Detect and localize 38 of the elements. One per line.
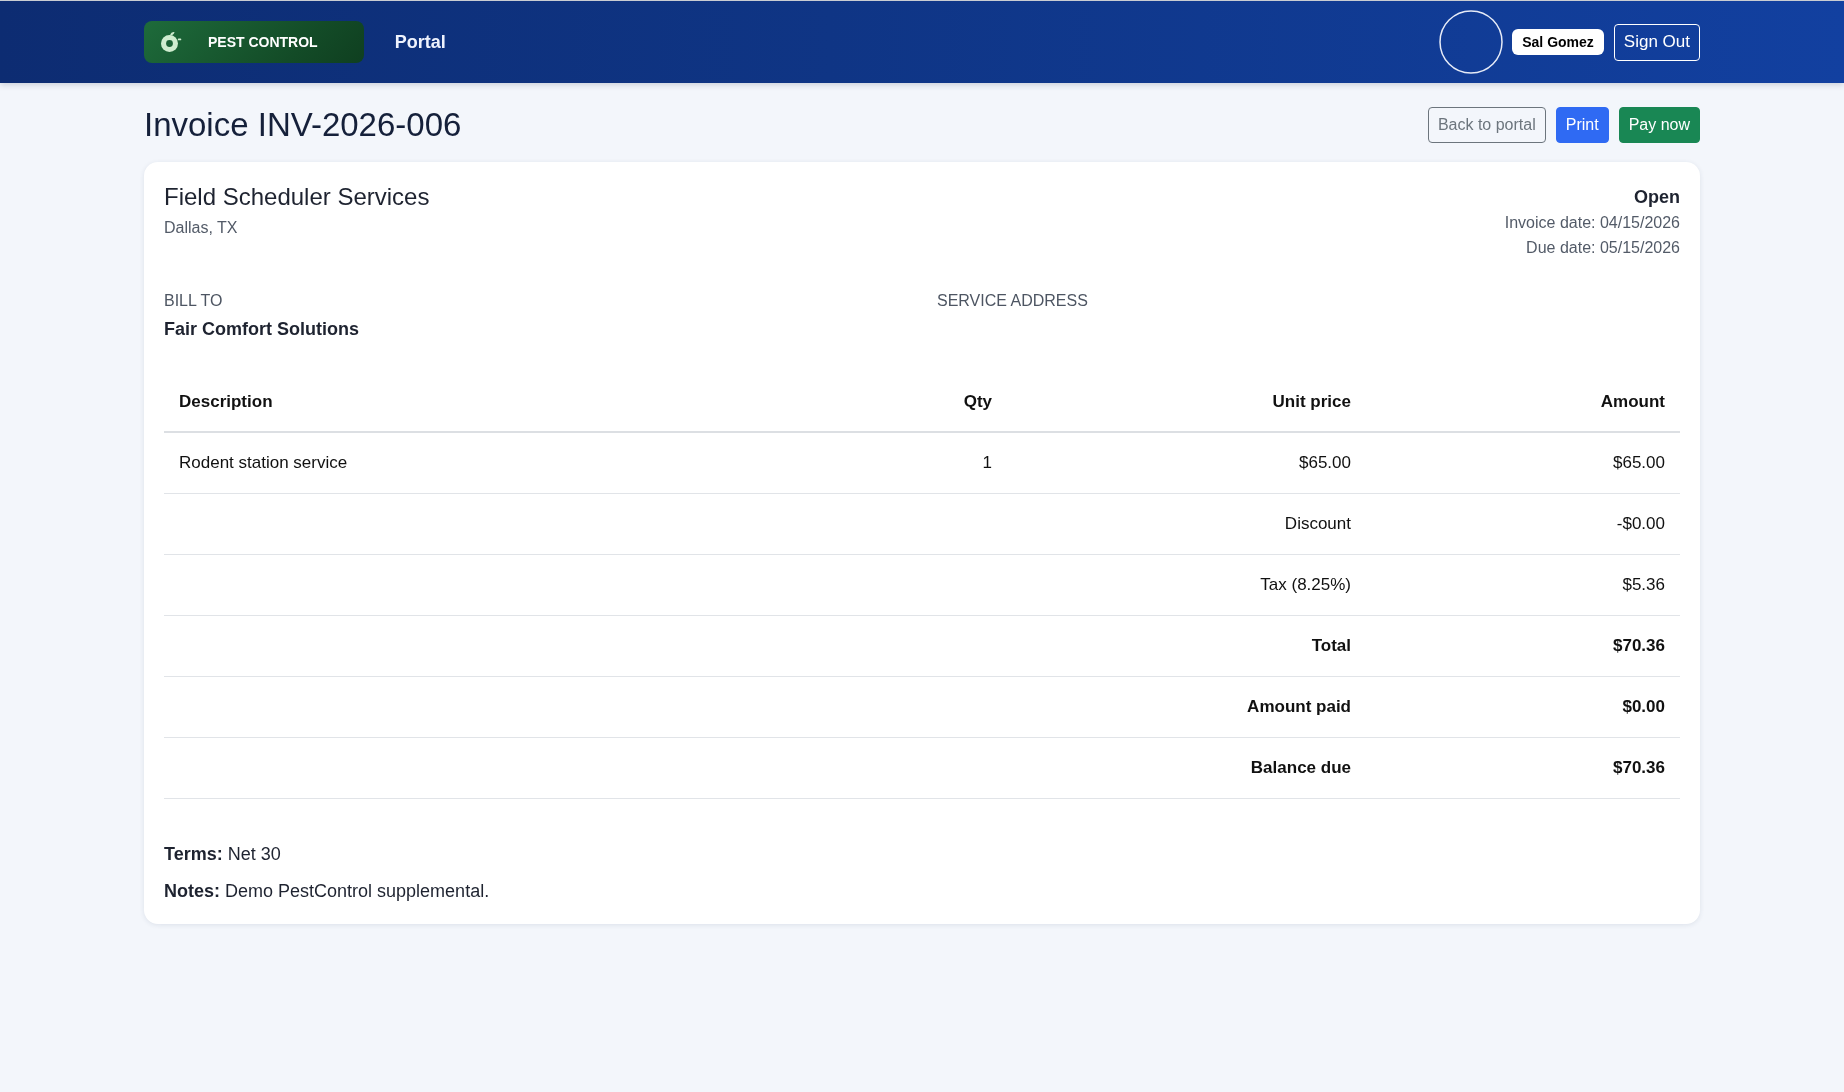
company-location: Dallas, TX: [164, 218, 239, 238]
user-name-badge: Sal Gomez: [1512, 29, 1604, 55]
company-name: Field Scheduler Services: [164, 182, 430, 212]
bill-to-label: BILL TO: [164, 291, 224, 311]
summary-value: -$0.00: [1366, 493, 1680, 555]
action-button[interactable]: Back to portal: [1427, 107, 1546, 143]
ring-sprout-icon: [160, 31, 182, 53]
invoice-status: Open: [1633, 186, 1680, 209]
summary-label: Total: [1007, 615, 1366, 677]
page-title: Invoice INV-2026-006: [144, 106, 463, 144]
table-cell: $65.00: [1007, 432, 1366, 494]
column-header: Unit price: [1007, 373, 1366, 432]
column-header: Description: [164, 373, 887, 432]
summary-value: $70.36: [1366, 737, 1680, 799]
bill-to-name: Fair Comfort Solutions: [164, 318, 360, 341]
sign-out-button[interactable]: Sign Out: [1613, 23, 1700, 61]
table-cell: Rodent station service: [164, 432, 887, 494]
action-button[interactable]: Print: [1555, 107, 1609, 143]
table-cell: 1: [887, 432, 1007, 494]
due-date: Due date: 05/15/2026: [1525, 238, 1680, 258]
service-address-label: SERVICE ADDRESS: [937, 291, 1089, 311]
action-button[interactable]: Pay now: [1618, 107, 1700, 143]
summary-value: $0.00: [1366, 676, 1680, 738]
column-header: Amount: [1366, 373, 1680, 432]
notes-text: Notes: Demo PestControl supplemental.: [164, 880, 491, 903]
portal-link[interactable]: Portal: [394, 31, 446, 53]
terms-text: Terms: Net 30: [164, 843, 282, 866]
summary-label: Balance due: [1007, 737, 1366, 799]
invoice-date: Invoice date: 04/15/2026: [1504, 213, 1680, 233]
summary-label: Tax (8.25%): [1007, 554, 1366, 616]
column-header: Qty: [887, 373, 1007, 432]
brand-link[interactable]: PEST CONTROL: [144, 21, 364, 63]
summary-label: Discount: [1007, 493, 1366, 555]
summary-value: $70.36: [1366, 615, 1680, 677]
table-cell: $65.00: [1366, 432, 1680, 494]
summary-value: $5.36: [1366, 554, 1680, 616]
summary-label: Amount paid: [1007, 676, 1366, 738]
avatar-icon: [1439, 10, 1504, 74]
